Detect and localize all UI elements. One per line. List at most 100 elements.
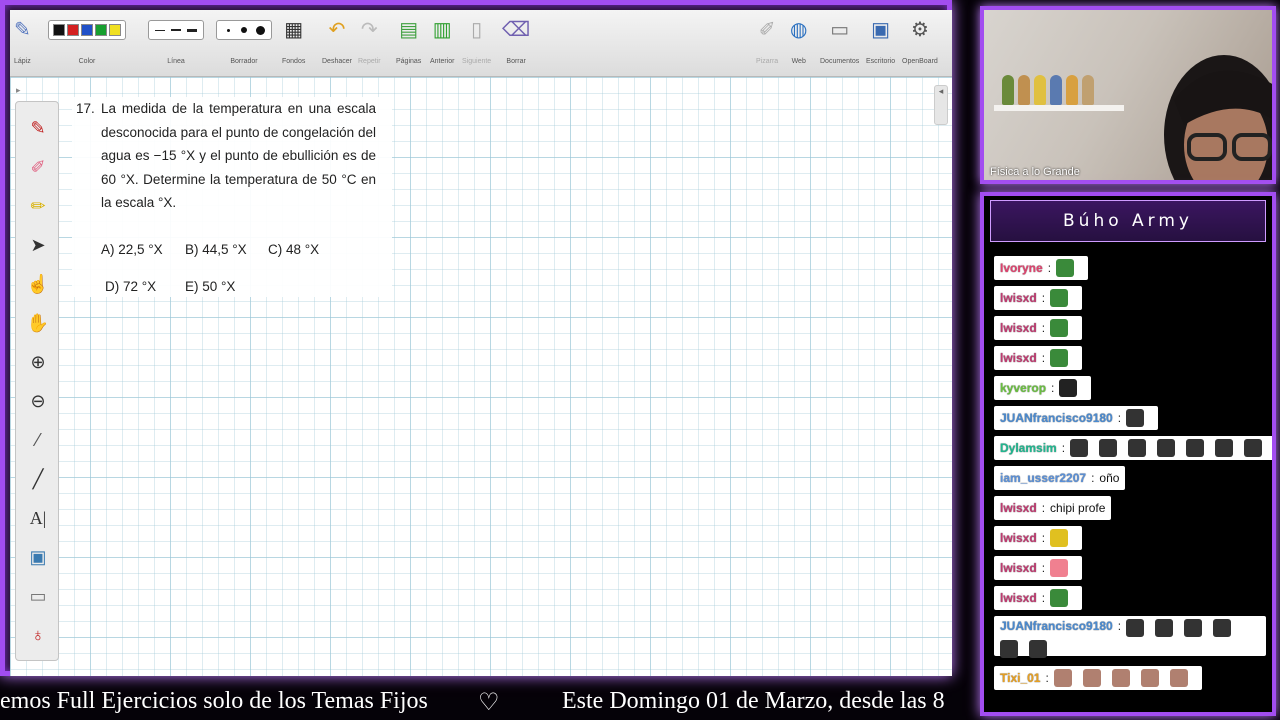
line-width-option[interactable]	[169, 24, 183, 36]
chat-username[interactable]: lwisxd	[1000, 321, 1037, 335]
line-width-picker[interactable]: Línea	[148, 14, 204, 65]
selector-tool-icon[interactable]: ➤	[26, 233, 50, 257]
option-c: C) 48 °X	[268, 242, 320, 257]
chat-username[interactable]: JUANfrancisco9180	[1000, 411, 1113, 425]
emote-icon	[1126, 619, 1145, 637]
emote-icon	[1140, 669, 1159, 687]
emote-icon	[1169, 669, 1188, 687]
toolbar-label: Páginas	[396, 58, 422, 65]
eraser-sizes	[216, 20, 272, 40]
presenter	[1164, 55, 1272, 180]
pen-button[interactable]: ✎ Lápiz	[14, 14, 31, 65]
emote-icon	[1155, 619, 1174, 637]
figurine	[1002, 75, 1014, 105]
emote-icon	[1215, 439, 1234, 457]
emote-icon	[1126, 409, 1145, 427]
emote-icon	[1184, 619, 1203, 637]
toolbar-label: Anterior	[430, 58, 455, 65]
hand-tool-icon[interactable]: ✋	[26, 311, 50, 335]
chat-username[interactable]: iam_usser2207	[1000, 471, 1086, 485]
emote-icon	[1050, 559, 1069, 577]
previous-page-button[interactable]: ▥ Anterior	[430, 14, 455, 65]
web-mode-button[interactable]: ◍ Web	[790, 14, 807, 65]
figurine	[1034, 75, 1046, 105]
chat-username[interactable]: lwisxd	[1000, 561, 1037, 575]
chat-text: oño	[1099, 471, 1120, 485]
eraser-size-option[interactable]	[221, 24, 235, 36]
pen-tool-icon[interactable]: ✎	[26, 116, 50, 140]
chat-username[interactable]: lwisxd	[1000, 501, 1037, 515]
toolbar-label: Borrar	[506, 58, 526, 65]
option-a: A) 22,5 °X	[101, 242, 163, 257]
eraser-size-picker[interactable]: Borrador	[216, 14, 272, 65]
chat-username[interactable]: lwisxd	[1000, 591, 1037, 605]
chat-separator: :	[1041, 591, 1046, 605]
emote-icon	[1050, 589, 1069, 607]
zoom-out-icon[interactable]: ⊖	[26, 389, 50, 413]
openboard-menu-button[interactable]: ⚙ OpenBoard	[902, 14, 938, 65]
ticker-text-right: Este Domingo 01 de Marzo, desde las 8	[562, 688, 945, 714]
eraser-size-option[interactable]	[253, 24, 267, 36]
chat-username[interactable]: Tixi_01	[1000, 671, 1040, 685]
chat-username[interactable]: Ivoryne	[1000, 261, 1043, 275]
marker-tool-icon[interactable]: ✏	[26, 194, 50, 218]
chat-separator: :	[1045, 671, 1049, 685]
line-tool-icon[interactable]: ╱	[26, 467, 50, 491]
desktop-mode-button[interactable]: ▣ Escritorio	[866, 14, 895, 65]
chat-message: JUANfrancisco9180:	[994, 616, 1266, 658]
whiteboard-canvas[interactable]: ▸ ◂ ✎ ✐ ✏ ➤ ☝ ✋ ⊕ ⊖ ⁄ ╱ A| ▣ ▭ ♁ 17. La …	[10, 77, 952, 676]
whiteboard-frame: ✎ Lápiz Color Línea Borrador ▦ Fondos ↶ Deshacer…	[0, 0, 952, 676]
documents-mode-button[interactable]: ▭ Documentos	[820, 14, 859, 65]
chat-separator: :	[1041, 501, 1046, 515]
chat-header: Búho Army	[990, 200, 1266, 242]
keyboard-tool-icon[interactable]: ▭	[26, 584, 50, 608]
laser-pointer-icon[interactable]: ⁄	[26, 428, 50, 452]
line-width-option[interactable]	[185, 24, 199, 36]
figurine	[1082, 75, 1094, 105]
redo-button[interactable]: ↷ Repetir	[358, 14, 381, 65]
chat-username[interactable]: lwisxd	[1000, 351, 1037, 365]
color-swatch[interactable]	[81, 24, 93, 36]
line-width-option[interactable]	[153, 24, 167, 36]
problem-number: 17.	[76, 101, 95, 116]
backgrounds-button[interactable]: ▦ Fondos	[282, 14, 305, 65]
chat-username[interactable]: lwisxd	[1000, 291, 1037, 305]
toolbar-label: Fondos	[282, 58, 306, 65]
color-swatch[interactable]	[109, 24, 121, 36]
interact-tool-icon[interactable]: ☝	[26, 272, 50, 296]
board-mode-button[interactable]: ✐ Pizarra	[756, 14, 778, 65]
zoom-in-icon[interactable]: ⊕	[26, 350, 50, 374]
color-swatch[interactable]	[95, 24, 107, 36]
chat-username[interactable]: JUANfrancisco9180	[1000, 619, 1113, 633]
option-b: B) 44,5 °X	[185, 242, 247, 257]
eraser-tool-icon[interactable]: ✐	[26, 155, 50, 179]
color-swatch[interactable]	[67, 24, 79, 36]
eraser-size-option[interactable]	[237, 24, 251, 36]
emote-icon	[1213, 619, 1232, 637]
magnet-tool-icon[interactable]: ♁	[26, 623, 50, 647]
chat-username[interactable]: Dylamsim	[1000, 441, 1057, 455]
emote-icon	[1099, 439, 1118, 457]
collapse-right-icon[interactable]: ◂	[934, 85, 948, 125]
toolbar-label: Borrador	[230, 58, 258, 65]
chat-message: lwisxd:	[994, 316, 1083, 340]
text-tool-icon[interactable]: A|	[26, 506, 50, 530]
chat-username[interactable]: lwisxd	[1000, 531, 1037, 545]
chat-separator: :	[1061, 441, 1066, 455]
chat-separator: :	[1117, 619, 1122, 633]
clear-button[interactable]: ⌫ Borrar	[502, 14, 530, 65]
color-swatch[interactable]	[53, 24, 65, 36]
problem-statement: La medida de la temperatura en una escal…	[101, 101, 376, 210]
problem-card: 17. La medida de la temperatura en una e…	[72, 97, 392, 297]
undo-button[interactable]: ↶ Deshacer	[322, 14, 352, 65]
pages-button[interactable]: ▤ Páginas	[396, 14, 421, 65]
capture-tool-icon[interactable]: ▣	[26, 545, 50, 569]
next-page-button[interactable]: ▯ Siguiente	[462, 14, 491, 65]
toolbar-label: Pizarra	[756, 58, 779, 65]
chat-message: lwisxd:	[994, 586, 1083, 610]
color-picker[interactable]: Color	[48, 14, 126, 65]
emote-icon	[1157, 439, 1176, 457]
chat-username[interactable]: kyverop	[1000, 381, 1046, 395]
chat-message: iam_usser2207: oño	[994, 466, 1126, 490]
option-e: E) 50 °X	[185, 279, 236, 294]
